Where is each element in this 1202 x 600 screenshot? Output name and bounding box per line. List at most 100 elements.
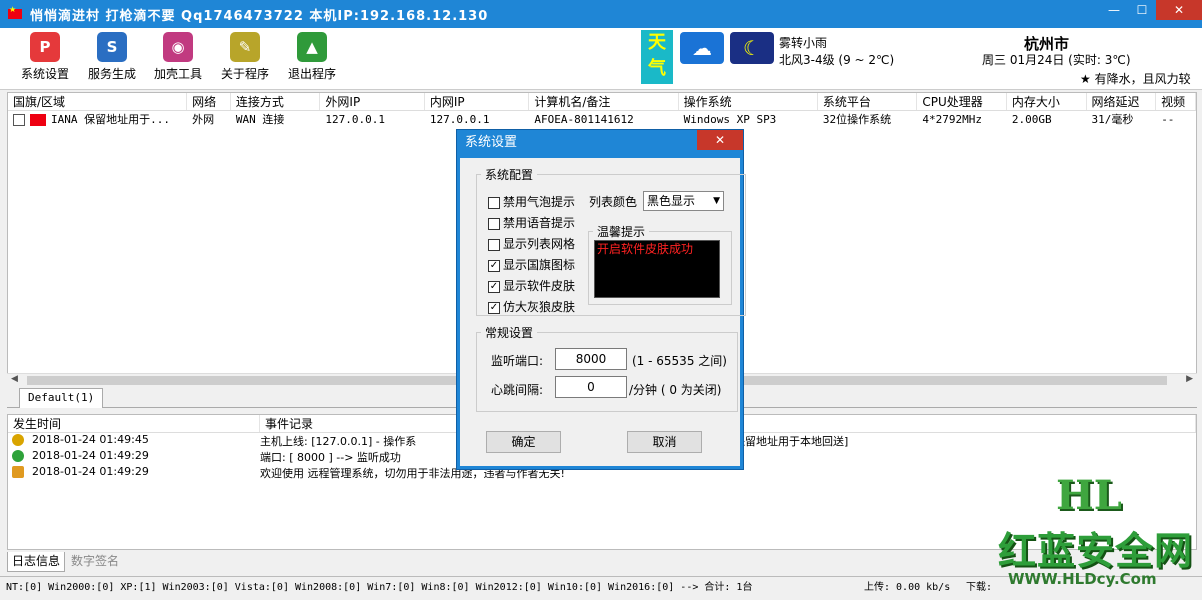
dialog-close-button[interactable]: ✕ (697, 130, 743, 150)
checkbox-box[interactable] (488, 196, 500, 209)
moon-icon: ☾ (730, 32, 774, 64)
checkbox-box[interactable] (488, 217, 500, 230)
checkbox-box[interactable]: ✓ (488, 259, 500, 272)
watermark-url: WWW.HLDcy.Com (1008, 570, 1157, 588)
log-time: 2018-01-24 01:49:29 (32, 449, 149, 462)
cell-cpu: 4*2792MHz (922, 113, 982, 126)
exit-button[interactable]: ▲ 退出程序 (280, 32, 344, 82)
checkbox-label: 显示国旗图标 (503, 258, 576, 272)
log-time: 2018-01-24 01:49:29 (32, 465, 149, 478)
heartbeat-hint: /分钟 ( 0 为关闭) (629, 383, 722, 397)
col-region[interactable]: 国旗/区域 (8, 93, 188, 110)
disable-bubble-checkbox[interactable]: 禁用气泡提示 (488, 193, 575, 210)
col-os[interactable]: 操作系统 (679, 93, 818, 110)
packer-tool-label: 加壳工具 (153, 67, 202, 81)
row-checkbox[interactable] (13, 114, 25, 126)
checkbox-box[interactable]: ✓ (488, 280, 500, 293)
system-settings-button[interactable]: P 系统设置 (13, 32, 77, 82)
checkbox-label: 仿大灰狼皮肤 (503, 300, 576, 314)
log-event-tail: 保留地址用于本地回送] (734, 435, 849, 448)
show-skin-checkbox[interactable]: ✓ 显示软件皮肤 (488, 277, 575, 294)
system-settings-label: 系统设置 (20, 67, 69, 81)
watermark-hl: HL (1056, 472, 1122, 519)
tab-default[interactable]: Default(1) (19, 388, 104, 408)
cell-video: -- (1161, 113, 1175, 126)
list-color-value: 黑色显示 (647, 194, 696, 208)
close-button[interactable]: ✕ (1156, 0, 1202, 20)
list-color-label: 列表颜色 (589, 195, 638, 209)
col-memory[interactable]: 内存大小 (1007, 93, 1087, 110)
window-controls: — ☐ ✕ (1100, 0, 1202, 20)
settings-dialog: 系统设置 ✕ 系统配置 禁用气泡提示 禁用语音提示 显示列表网格 ✓ 显示国旗图标… (456, 129, 746, 470)
col-time: 发生时间 (8, 415, 260, 432)
checkbox-label: 禁用语音提示 (503, 216, 576, 230)
checkbox-label: 显示列表网格 (503, 237, 576, 251)
cell-wan-ip: 127.0.0.1 (325, 113, 386, 126)
tip-legend: 温馨提示 (597, 225, 646, 239)
heartbeat-input[interactable]: 0 (555, 376, 627, 398)
service-generate-label: 服务生成 (87, 67, 136, 81)
scroll-right-icon[interactable]: ▶ (1186, 374, 1193, 384)
window-title: 悄悄滴进村 打枪滴不要 Qq1746473722 本机IP:192.168.12… (30, 8, 489, 24)
weather-wind-temp: 北风3-4级 (9 ~ 2℃) (779, 53, 895, 67)
cell-connection: WAN 连接 (235, 113, 285, 126)
china-flag-icon (8, 5, 22, 19)
port-hint: (1 - 65535 之间) (632, 354, 727, 368)
col-video[interactable]: 视频 (1156, 93, 1196, 110)
col-platform[interactable]: 系统平台 (818, 93, 918, 110)
packer-tool-button[interactable]: ◉ 加壳工具 (146, 32, 210, 82)
check-icon (12, 450, 24, 462)
region-flag-icon (30, 114, 46, 126)
minimize-button[interactable]: — (1100, 0, 1128, 20)
cancel-button[interactable]: 取消 (627, 431, 702, 453)
weather-badge: 天气 (641, 30, 673, 84)
checkbox-box[interactable]: ✓ (488, 301, 500, 314)
chevron-down-icon: ▼ (713, 196, 720, 206)
tab-digital-sign[interactable]: 数字签名 (67, 552, 123, 572)
service-generate-button[interactable]: S 服务生成 (80, 32, 144, 82)
col-network[interactable]: 网络 (187, 93, 231, 110)
col-lan-ip[interactable]: 内网IP (425, 93, 530, 110)
rain-cloud-icon: ☁ (680, 32, 724, 64)
port-label: 监听端口: (491, 354, 544, 368)
checkbox-box[interactable] (488, 238, 500, 251)
disable-voice-checkbox[interactable]: 禁用语音提示 (488, 214, 575, 231)
col-hostname[interactable]: 计算机名/备注 (529, 93, 679, 110)
list-color-select[interactable]: 黑色显示 ▼ (643, 191, 724, 211)
weather-condition: 雾转小雨 (779, 36, 828, 50)
maximize-button[interactable]: ☐ (1128, 0, 1156, 20)
cell-latency: 31/毫秒 (1091, 113, 1134, 126)
bottom-tabs: 日志信息 数字签名 (7, 552, 125, 572)
col-latency[interactable]: 网络延迟 (1087, 93, 1157, 110)
upload-speed: 上传: 0.00 kb/s (864, 582, 951, 593)
scroll-left-icon[interactable]: ◀ (11, 374, 18, 384)
about-button[interactable]: ✎ 关于程序 (213, 32, 277, 82)
pack-icon: ◉ (163, 32, 193, 62)
checkbox-label: 显示软件皮肤 (503, 279, 576, 293)
dialog-title: 系统设置 (465, 135, 518, 150)
region-text: IANA 保留地址用于... (51, 113, 170, 126)
general-legend: 常规设置 (485, 326, 534, 340)
col-connection[interactable]: 连接方式 (231, 93, 321, 110)
home-icon (12, 466, 24, 478)
dialog-body: 系统配置 禁用气泡提示 禁用语音提示 显示列表网格 ✓ 显示国旗图标 ✓ 显示软件皮… (460, 158, 746, 466)
col-wan-ip[interactable]: 外网IP (320, 93, 425, 110)
watermark-cn: 红蓝安全网 (998, 529, 1194, 573)
log-time: 2018-01-24 01:49:45 (32, 433, 149, 446)
cell-region: IANA 保留地址用于... (8, 111, 187, 129)
dialog-title-bar: 系统设置 ✕ (457, 130, 743, 156)
show-grid-checkbox[interactable]: 显示列表网格 (488, 235, 575, 252)
weather-date: 周三 01月24日 (实时: 3℃) (982, 53, 1131, 67)
tab-log-info[interactable]: 日志信息 (7, 552, 66, 572)
os-counts: NT:[0] Win2000:[0] XP:[1] Win2003:[0] Vi… (6, 582, 753, 593)
cell-hostname: AFOEA-801141612 (534, 113, 634, 126)
ok-button[interactable]: 确定 (486, 431, 561, 453)
port-input[interactable]: 8000 (555, 348, 627, 370)
show-flag-checkbox[interactable]: ✓ 显示国旗图标 (488, 256, 575, 273)
wolf-skin-checkbox[interactable]: ✓ 仿大灰狼皮肤 (488, 298, 575, 315)
settings-icon: P (30, 32, 60, 62)
table-row[interactable]: IANA 保留地址用于... 外网 WAN 连接 127.0.0.1 127.0… (8, 111, 1196, 129)
heartbeat-label: 心跳间隔: (491, 383, 544, 397)
config-legend: 系统配置 (485, 168, 534, 182)
col-cpu[interactable]: CPU处理器 (917, 93, 1007, 110)
